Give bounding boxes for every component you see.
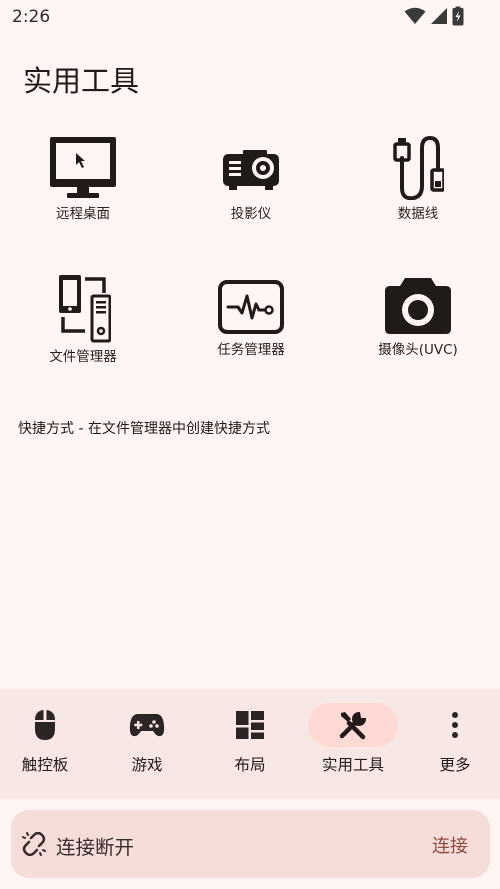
gamepad-icon (129, 714, 165, 737)
nav-item-tools[interactable]: 实用工具 (303, 703, 403, 775)
page-title: 实用工具 (23, 64, 140, 98)
tool-label: 数据线 (397, 206, 439, 222)
nav-label: 布局 (234, 756, 266, 774)
wifi-icon (404, 7, 426, 24)
tool-camera-uvc[interactable]: 摄像头(UVC) (343, 274, 493, 358)
layout-icon (236, 711, 264, 739)
usb-cable-icon (393, 136, 444, 200)
tool-label: 投影仪 (230, 206, 272, 222)
cell-signal-icon (431, 8, 447, 24)
tool-label: 远程桌面 (56, 206, 110, 222)
status-bar: 2:26 (0, 0, 500, 34)
connect-button[interactable]: 连接 (432, 832, 468, 858)
phone-pc-transfer-icon (59, 275, 111, 343)
connection-bar: 连接断开 连接 (11, 810, 490, 878)
link-off-icon (22, 832, 46, 856)
tool-remote-desktop[interactable]: 远程桌面 (8, 136, 158, 222)
shortcut-tip: 快捷方式 - 在文件管理器中创建快捷方式 (18, 421, 270, 437)
camera-icon (385, 278, 451, 334)
nav-item-touchpad[interactable]: 触控板 (0, 703, 95, 775)
nav-label: 实用工具 (321, 756, 384, 774)
tool-projector[interactable]: 投影仪 (176, 136, 326, 222)
tool-task-manager[interactable]: 任务管理器 (176, 280, 326, 358)
nav-pill (0, 703, 90, 747)
tool-label: 摄像头(UVC) (378, 342, 458, 358)
nav-label: 触控板 (21, 756, 69, 774)
tool-file-manager[interactable]: 文件管理器 (8, 273, 158, 365)
nav-label: 更多 (439, 756, 471, 774)
tool-label: 文件管理器 (49, 349, 117, 365)
nav-pill-active (308, 703, 398, 747)
nav-item-layout[interactable]: 布局 (200, 703, 300, 775)
nav-item-game[interactable]: 游戏 (97, 703, 197, 775)
nav-label: 游戏 (131, 756, 163, 774)
nav-pill (410, 703, 500, 747)
monitor-cursor-icon (50, 137, 116, 198)
mouse-icon (35, 710, 55, 740)
tool-data-cable[interactable]: 数据线 (343, 136, 493, 222)
more-vert-icon (452, 712, 458, 738)
battery-icon (452, 6, 464, 26)
nav-pill (102, 703, 192, 747)
nav-pill (205, 703, 295, 747)
status-time: 2:26 (12, 7, 51, 27)
activity-monitor-icon (218, 280, 284, 334)
nav-item-more[interactable]: 更多 (405, 703, 500, 775)
status-icons (404, 6, 464, 26)
connection-status: 连接断开 (56, 836, 135, 859)
projector-icon (223, 150, 279, 190)
bottom-nav: 触控板 游戏 布局 实用工具 更多 (0, 689, 500, 799)
tool-label: 任务管理器 (217, 342, 285, 358)
tools-icon (339, 712, 366, 740)
